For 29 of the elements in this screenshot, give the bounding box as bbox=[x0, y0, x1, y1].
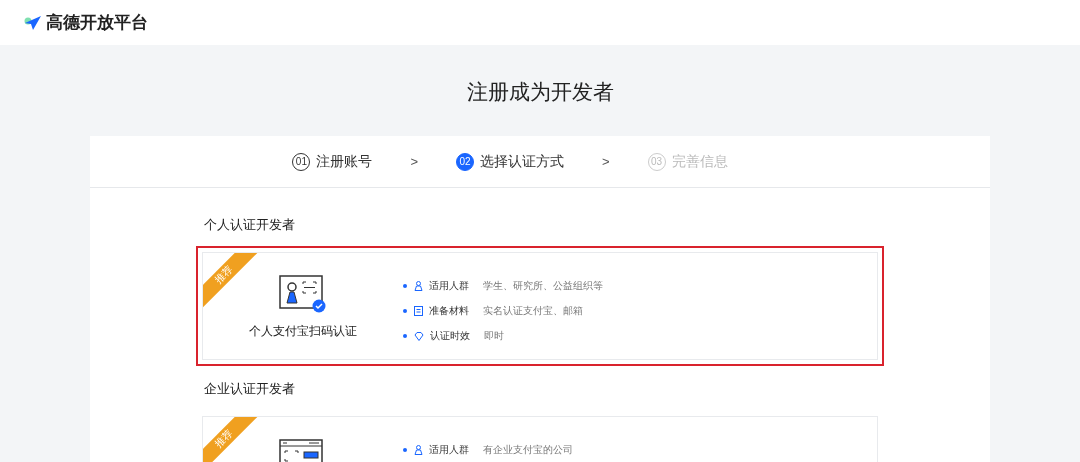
page-title: 注册成为开发者 bbox=[465, 79, 615, 105]
row-label: 适用人群 bbox=[429, 279, 469, 293]
row-label: 适用人群 bbox=[429, 443, 469, 457]
card-title: 个人支付宝扫码认证 bbox=[249, 323, 357, 340]
paper-plane-logo-icon bbox=[24, 14, 42, 31]
logo-text[interactable]: 高德开放平台 bbox=[46, 11, 148, 34]
person-icon bbox=[414, 445, 423, 455]
bullet-dot bbox=[403, 284, 407, 288]
row-value: 学生、研究所、公益组织等 bbox=[483, 279, 603, 293]
id-scan-icon bbox=[279, 275, 327, 313]
step-label: 完善信息 bbox=[671, 152, 728, 171]
row-label: 准备材料 bbox=[429, 304, 469, 318]
bullet-dot bbox=[403, 334, 407, 338]
diamond-icon bbox=[414, 331, 424, 341]
step-number: 02 bbox=[456, 152, 474, 171]
row-value: 有企业支付宝的公司 bbox=[483, 443, 573, 457]
section-heading: 个人认证开发者 bbox=[203, 216, 296, 234]
step-separator: > bbox=[410, 154, 418, 169]
step-separator: > bbox=[602, 154, 610, 169]
step-label: 选择认证方式 bbox=[480, 152, 564, 171]
person-icon bbox=[414, 281, 423, 291]
section-heading: 企业认证开发者 bbox=[203, 380, 296, 398]
row-label: 认证时效 bbox=[430, 329, 470, 343]
bullet-dot bbox=[403, 309, 407, 313]
bullet-dot bbox=[403, 448, 407, 452]
document-icon bbox=[414, 306, 423, 316]
row-value: 实名认证支付宝、邮箱 bbox=[483, 304, 583, 318]
row-value: 即时 bbox=[484, 329, 504, 343]
step-label: 注册账号 bbox=[316, 152, 373, 171]
